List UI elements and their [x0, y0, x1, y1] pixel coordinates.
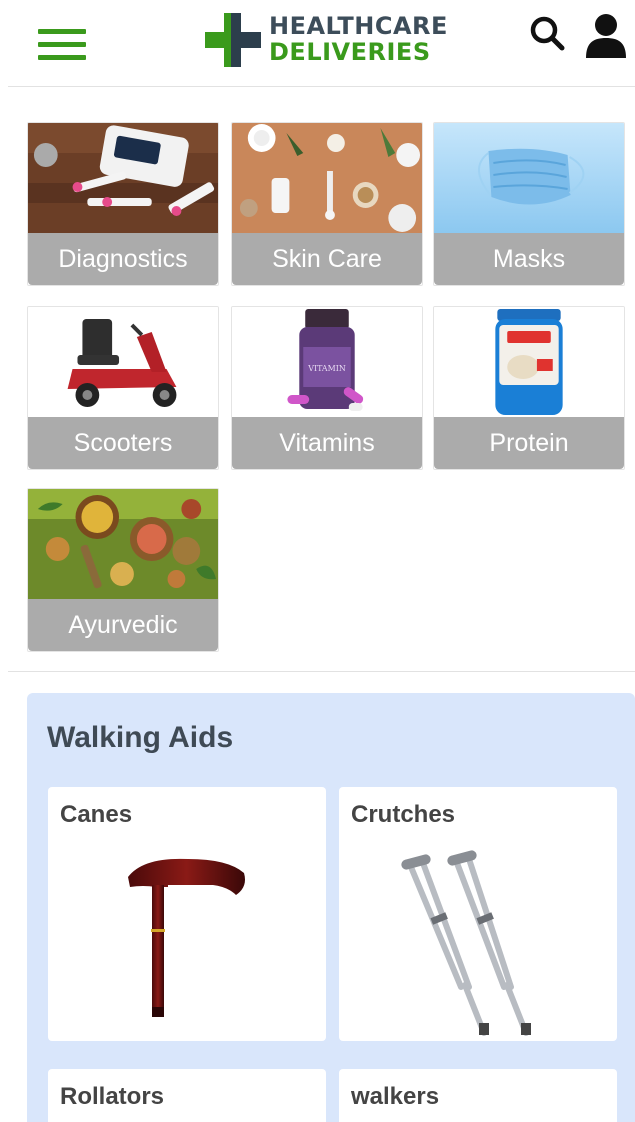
category-tile-vitamins[interactable]: VITAMIN Vitamins	[231, 306, 423, 470]
logo[interactable]: HEALTHCARE DELIVERIES	[205, 13, 465, 69]
cane-image	[128, 858, 245, 1017]
category-tile-skin-care[interactable]: Skin Care	[231, 122, 423, 286]
category-label: Diagnostics	[28, 233, 218, 285]
vitamin-bottle-image: VITAMIN	[232, 307, 422, 417]
category-tile-protein[interactable]: Protein	[433, 306, 625, 470]
header-divider	[8, 86, 635, 87]
product-card-walkers[interactable]: walkers	[339, 1069, 617, 1122]
walking-aids-section: Walking Aids Canes Crutches Rollators wa…	[27, 693, 635, 1122]
logo-text-line1: HEALTHCARE	[269, 12, 448, 40]
section-divider	[8, 671, 635, 672]
category-tile-scooters[interactable]: Scooters	[27, 306, 219, 470]
product-card-rollators[interactable]: Rollators	[48, 1069, 326, 1122]
skin-care-products-image	[232, 123, 422, 233]
product-card-crutches[interactable]: Crutches	[339, 787, 617, 1041]
search-icon[interactable]	[528, 14, 568, 54]
product-card-canes[interactable]: Canes	[48, 787, 326, 1041]
mobility-scooter-image	[28, 307, 218, 417]
card-title: Canes	[60, 801, 133, 828]
user-icon[interactable]	[584, 12, 628, 60]
category-tile-ayurvedic[interactable]: Ayurvedic	[27, 488, 219, 652]
logo-text-line2: DELIVERIES	[269, 38, 431, 66]
card-title: walkers	[351, 1083, 440, 1110]
category-label: Skin Care	[232, 233, 422, 285]
crutches-image	[401, 850, 531, 1036]
protein-tub-image	[434, 307, 624, 417]
category-label: Ayurvedic	[28, 599, 218, 651]
header: HEALTHCARE DELIVERIES	[0, 0, 635, 86]
green-cross-icon	[205, 13, 261, 67]
svg-text:VITAMIN: VITAMIN	[307, 364, 346, 373]
card-title: Rollators	[60, 1083, 165, 1110]
glucose-meter-image	[28, 123, 218, 233]
category-label: Masks	[434, 233, 624, 285]
category-label: Protein	[434, 417, 624, 469]
card-title: Crutches	[351, 801, 456, 828]
hamburger-menu-icon[interactable]	[38, 26, 86, 64]
category-label: Scooters	[28, 417, 218, 469]
category-label: Vitamins	[232, 417, 422, 469]
category-tile-masks[interactable]: Masks	[433, 122, 625, 286]
section-title: Walking Aids	[47, 721, 234, 754]
face-mask-image	[434, 123, 624, 233]
ayurvedic-herbs-image	[28, 489, 218, 599]
category-tile-diagnostics[interactable]: Diagnostics	[27, 122, 219, 286]
